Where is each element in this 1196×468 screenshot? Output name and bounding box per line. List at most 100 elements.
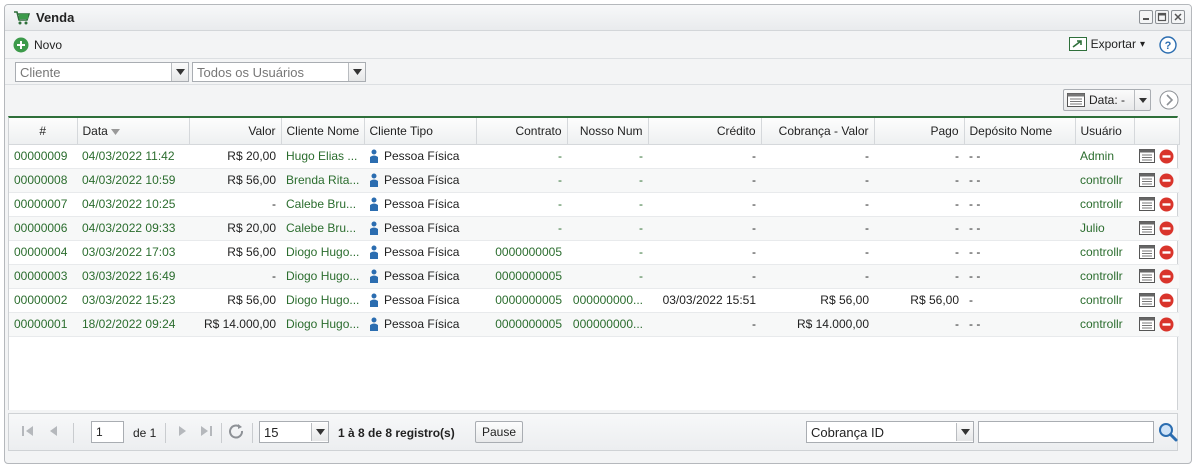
col-contrato[interactable]: Contrato	[476, 118, 568, 145]
cell-tipo-label: Pessoa Física	[384, 268, 460, 283]
cell-usuario[interactable]: controllr	[1075, 192, 1134, 217]
refresh-icon[interactable]	[228, 423, 246, 441]
cell-cliente[interactable]: Calebe Bru...	[281, 192, 364, 217]
delete-icon[interactable]	[1159, 269, 1174, 284]
cliente-filter[interactable]: Cliente	[15, 62, 189, 82]
col-valor[interactable]: Valor	[189, 118, 282, 145]
cell-id[interactable]: 00000002	[9, 288, 77, 313]
list-icon	[1067, 93, 1085, 107]
cell-cliente[interactable]: Diogo Hugo...	[281, 288, 364, 313]
cell-usuario[interactable]: controllr	[1075, 168, 1134, 193]
table-row[interactable]: 00000002 03/03/2022 15:23 R$ 56,00 Diogo Hu…	[9, 288, 1179, 313]
usuarios-filter[interactable]: Todos os Usuários	[192, 62, 366, 82]
chevron-down-icon[interactable]	[956, 423, 973, 441]
cell-pago: -	[874, 168, 964, 193]
details-icon[interactable]	[1139, 269, 1155, 284]
delete-icon[interactable]	[1159, 173, 1174, 188]
cell-id[interactable]: 00000008	[9, 168, 77, 193]
table-row[interactable]: 00000007 04/03/2022 10:25- Calebe Bru... Pe…	[9, 192, 1179, 217]
page-count: de 1	[133, 426, 157, 440]
view-selector[interactable]: Data: -	[1063, 89, 1151, 111]
cell-pago: -	[874, 144, 964, 169]
cell-usuario[interactable]: controllr	[1075, 312, 1134, 337]
person-icon	[370, 245, 378, 260]
cell-id[interactable]: 00000003	[9, 264, 77, 289]
table-row[interactable]: 00000003 03/03/2022 16:49- Diogo Hugo... Pe…	[9, 264, 1179, 289]
next-page-icon[interactable]	[175, 424, 189, 438]
prev-page-icon[interactable]	[47, 424, 61, 438]
search-icon[interactable]	[1158, 422, 1178, 442]
cell-pago: -	[874, 216, 964, 241]
usuarios-filter-value: Todos os Usuários	[197, 64, 304, 80]
cell-cliente[interactable]: Diogo Hugo...	[281, 240, 364, 265]
page-input[interactable]: 1	[91, 421, 124, 443]
details-icon[interactable]	[1139, 221, 1155, 236]
cell-cliente[interactable]: Hugo Elias ...	[281, 144, 364, 169]
chevron-down-icon[interactable]	[171, 63, 188, 81]
cell-cliente[interactable]: Diogo Hugo...	[281, 312, 364, 337]
col-id[interactable]: #	[9, 118, 78, 145]
cell-cliente[interactable]: Diogo Hugo...	[281, 264, 364, 289]
col-data[interactable]: Data	[77, 118, 190, 145]
help-icon[interactable]: ?	[1159, 36, 1177, 54]
col-usuario[interactable]: Usuário	[1075, 118, 1135, 145]
close-icon[interactable]	[1171, 10, 1185, 24]
cell-usuario[interactable]: Julio	[1075, 216, 1134, 241]
search-field-select[interactable]: Cobrança ID	[806, 421, 974, 443]
table-row[interactable]: 00000004 03/03/2022 17:03 R$ 56,00 Diogo Hu…	[9, 240, 1179, 265]
table-row[interactable]: 00000006 04/03/2022 09:33 R$ 20,00 Calebe B…	[9, 216, 1179, 241]
export-button[interactable]: Exportar ▾	[1068, 37, 1145, 51]
chevron-down-icon: ▾	[1139, 38, 1145, 50]
details-icon[interactable]	[1139, 173, 1155, 188]
delete-icon[interactable]	[1159, 197, 1174, 212]
cell-usuario[interactable]: controllr	[1075, 240, 1134, 265]
add-icon	[13, 37, 29, 53]
cell-cliente[interactable]: Calebe Bru...	[281, 216, 364, 241]
details-icon[interactable]	[1139, 245, 1155, 260]
details-icon[interactable]	[1139, 293, 1155, 308]
table-row[interactable]: 00000008 04/03/2022 10:59 R$ 56,00 Brenda R…	[9, 168, 1179, 193]
cell-credito: -	[648, 192, 761, 217]
col-nosso-num[interactable]: Nosso Num	[567, 118, 649, 145]
maximize-icon[interactable]	[1155, 10, 1169, 24]
cell-usuario[interactable]: Admin	[1075, 144, 1134, 169]
next-circle-icon[interactable]	[1159, 90, 1179, 110]
col-credito[interactable]: Crédito	[648, 118, 762, 145]
first-page-icon[interactable]	[21, 424, 35, 438]
cell-id[interactable]: 00000006	[9, 216, 77, 241]
col-cliente-nome[interactable]: Cliente Nome	[281, 118, 365, 145]
chevron-down-icon[interactable]	[311, 423, 328, 441]
cell-cobranca: -	[761, 168, 874, 193]
cell-usuario[interactable]: controllr	[1075, 264, 1134, 289]
table-row[interactable]: 00000001 18/02/2022 09:24 R$ 14.000,00 Diog…	[9, 312, 1179, 337]
chevron-down-icon[interactable]	[1134, 90, 1150, 110]
delete-icon[interactable]	[1159, 149, 1174, 164]
delete-icon[interactable]	[1159, 245, 1174, 260]
details-icon[interactable]	[1139, 149, 1155, 164]
delete-icon[interactable]	[1159, 293, 1174, 308]
chevron-down-icon[interactable]	[348, 63, 365, 81]
table-row[interactable]: 00000009 04/03/2022 11:42 R$ 20,00 Hugo Eli…	[9, 144, 1179, 169]
col-deposito-nome[interactable]: Depósito Nome	[964, 118, 1076, 145]
search-input[interactable]	[978, 421, 1154, 443]
details-icon[interactable]	[1139, 197, 1155, 212]
page-size-value: 15	[264, 424, 279, 440]
col-cliente-tipo[interactable]: Cliente Tipo	[364, 118, 477, 145]
cell-id[interactable]: 00000004	[9, 240, 77, 265]
col-cobranca-valor[interactable]: Cobrança - Valor	[761, 118, 875, 145]
delete-icon[interactable]	[1159, 317, 1174, 332]
minimize-icon[interactable]	[1139, 10, 1153, 24]
cell-cliente[interactable]: Brenda Rita...	[281, 168, 364, 193]
col-pago[interactable]: Pago	[874, 118, 965, 145]
pause-button[interactable]: Pause	[475, 421, 523, 443]
delete-icon[interactable]	[1159, 221, 1174, 236]
cell-usuario[interactable]: controllr	[1075, 288, 1134, 313]
last-page-icon[interactable]	[199, 424, 213, 438]
page-size-select[interactable]: 15	[259, 421, 329, 443]
cell-id[interactable]: 00000007	[9, 192, 77, 217]
cell-id[interactable]: 00000001	[9, 312, 77, 337]
cell-id[interactable]: 00000009	[9, 144, 77, 169]
cart-icon	[14, 11, 30, 25]
new-button[interactable]: Novo	[13, 37, 62, 53]
details-icon[interactable]	[1139, 317, 1155, 332]
